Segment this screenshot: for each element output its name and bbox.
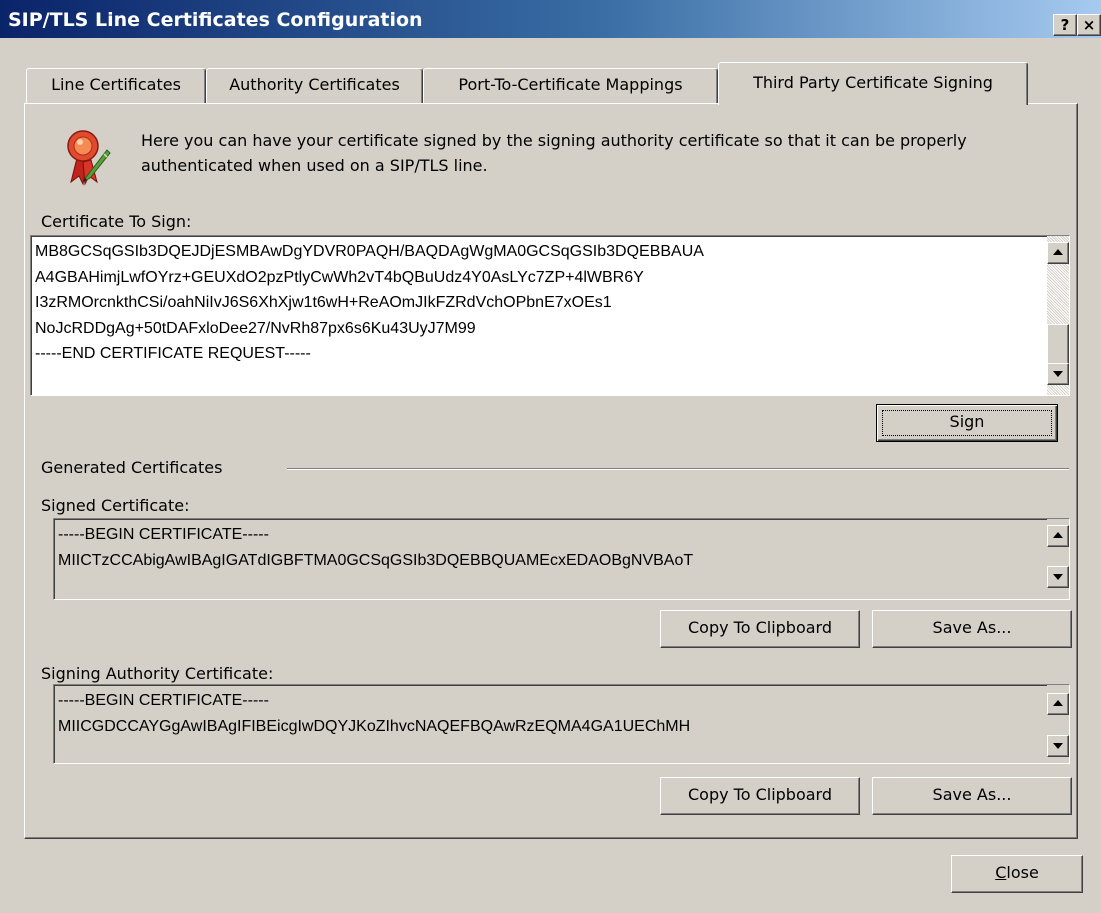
group-divider [287,468,1069,470]
signing-authority-certificate-scrollbar[interactable] [1047,685,1069,763]
sign-button[interactable]: Sign [876,404,1058,442]
tab-third-party-certificate-signing[interactable]: Third Party Certificate Signing [718,62,1028,105]
certificates-dialog: SIP/TLS Line Certificates Configuration … [0,0,1101,913]
title-bar[interactable]: SIP/TLS Line Certificates Configuration … [0,0,1101,38]
scroll-up-button[interactable] [1047,693,1069,715]
close-button-mnemonic: C [995,863,1007,882]
signed-certificate-textarea[interactable]: -----BEGIN CERTIFICATE----- MIICTzCCAbig… [53,518,1070,600]
signed-copy-to-clipboard-button[interactable]: Copy To Clipboard [660,610,860,648]
scroll-down-button[interactable] [1047,735,1069,757]
signed-certificate-scrollbar[interactable] [1047,519,1069,599]
signing-authority-certificate-textarea[interactable]: -----BEGIN CERTIFICATE----- MIICGDCCAYGg… [53,684,1070,764]
window-close-button[interactable]: × [1077,14,1101,36]
chevron-down-icon [1053,371,1063,377]
help-button[interactable]: ? [1053,14,1077,36]
scroll-down-button[interactable] [1047,363,1069,385]
signing-authority-certificate-text: -----BEGIN CERTIFICATE----- MIICGDCCAYGg… [58,692,691,735]
close-button-label: lose [1006,863,1039,882]
tab-authority-certificates[interactable]: Authority Certificates [206,68,423,103]
tab-strip: Line Certificates Authority Certificates… [0,62,1101,106]
certificate-to-sign-text: MB8GCSqGSIb3DQEJDjESMBAwDgYDVR0PAQH/BAQD… [35,243,704,362]
certificate-to-sign-label: Certificate To Sign: [41,212,192,231]
signed-save-as-button[interactable]: Save As... [872,610,1072,648]
sign-button-label: Sign [949,412,985,431]
chevron-up-icon [1053,700,1063,706]
tab-line-certificates[interactable]: Line Certificates [26,68,206,103]
generated-certificates-group-label: Generated Certificates [41,458,223,477]
close-button[interactable]: Close [951,855,1083,893]
authority-copy-to-clipboard-button[interactable]: Copy To Clipboard [660,777,860,815]
authority-save-as-button[interactable]: Save As... [872,777,1072,815]
scroll-thumb[interactable] [1047,324,1069,366]
third-party-signing-panel: Here you can have your certificate signe… [24,103,1078,839]
tab-port-to-certificate-mappings[interactable]: Port-To-Certificate Mappings [423,68,718,103]
chevron-up-icon [1053,249,1063,255]
chevron-down-icon [1053,574,1063,580]
chevron-down-icon [1053,743,1063,749]
intro-description: Here you can have your certificate signe… [141,131,967,175]
signing-authority-certificate-label: Signing Authority Certificate: [41,664,274,683]
window-title: SIP/TLS Line Certificates Configuration [8,9,423,31]
scroll-down-button[interactable] [1047,566,1069,588]
scroll-up-button[interactable] [1047,525,1069,547]
certificate-to-sign-textarea[interactable]: MB8GCSqGSIb3DQEJDjESMBAwDgYDVR0PAQH/BAQD… [30,235,1070,396]
chevron-up-icon [1053,532,1063,538]
certificate-to-sign-scrollbar[interactable] [1047,236,1069,395]
scroll-up-button[interactable] [1047,242,1069,264]
signed-certificate-label: Signed Certificate: [41,496,190,515]
signed-certificate-text: -----BEGIN CERTIFICATE----- MIICTzCCAbig… [58,526,694,569]
certificate-ribbon-pen-icon [63,124,111,188]
